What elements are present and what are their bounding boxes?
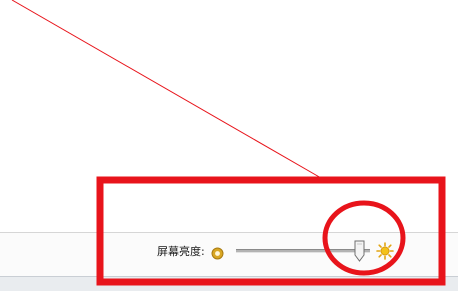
footer-strip xyxy=(0,276,458,291)
settings-panel xyxy=(0,0,458,232)
slider-track-line xyxy=(236,249,370,253)
brightness-slider-track[interactable] xyxy=(236,248,370,253)
brightness-slider-thumb[interactable] xyxy=(354,240,365,262)
sun-brightness-icon[interactable] xyxy=(376,242,394,260)
brightness-label: 屏幕亮度: xyxy=(157,245,205,258)
dim-brightness-icon[interactable] xyxy=(211,245,224,260)
